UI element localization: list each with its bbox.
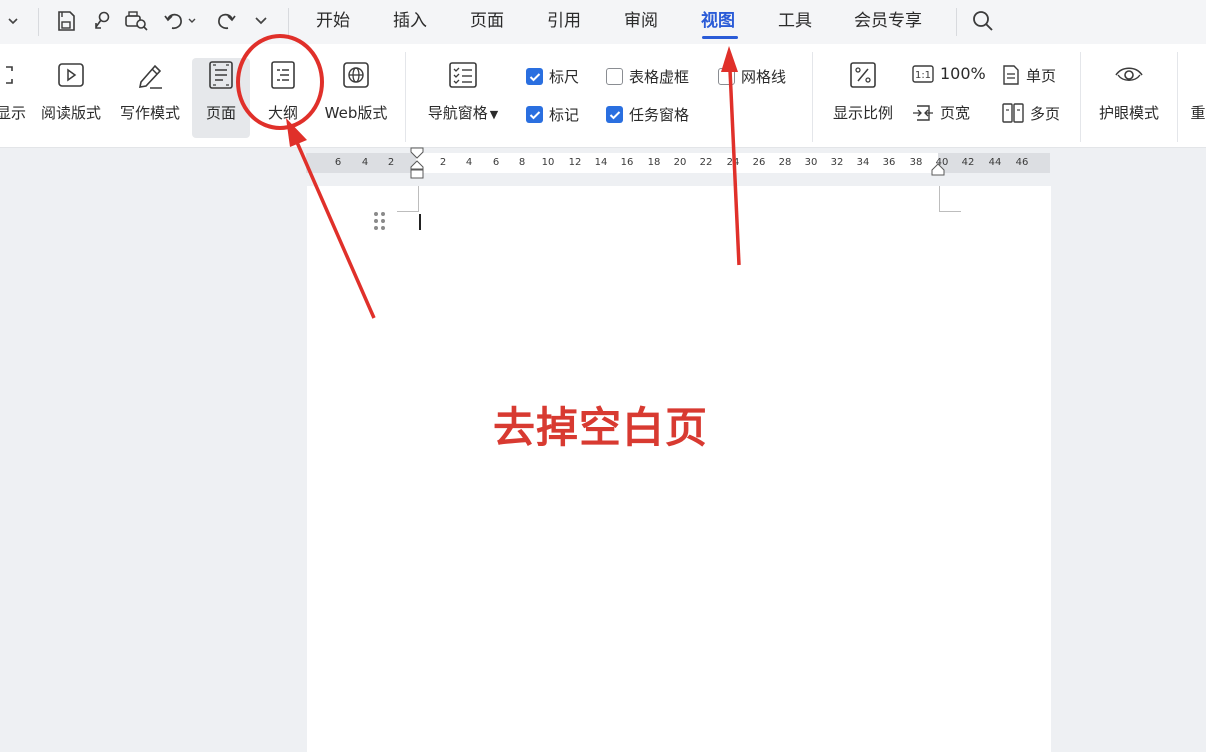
annotation-arrow (728, 69, 741, 266)
annotation-overlay (236, 34, 741, 319)
highlight-circle (236, 34, 324, 130)
arrow-head-icon (721, 46, 738, 72)
annotation-arrow (294, 139, 376, 319)
